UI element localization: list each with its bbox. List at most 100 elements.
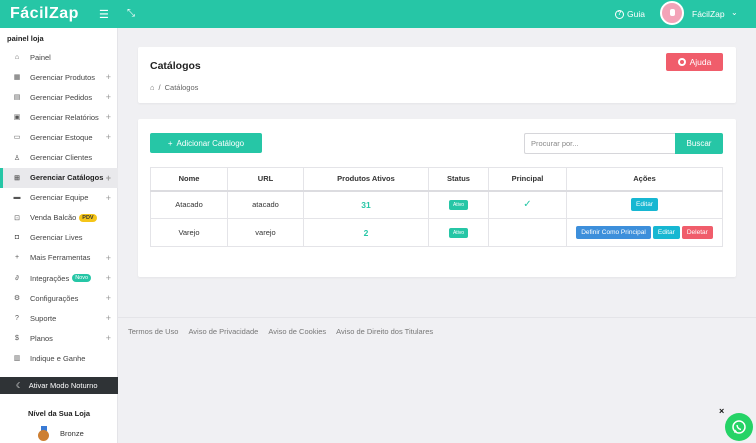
cell-status: Ativo — [428, 218, 489, 247]
column-header-principal: Principal — [488, 167, 567, 192]
guide-link[interactable]: ? Guia — [615, 9, 645, 19]
sidebar-item-planos[interactable]: $ Planos + — [0, 328, 118, 348]
edit-button[interactable]: Editar — [631, 198, 658, 212]
store-level: Bronze — [38, 426, 84, 441]
status-badge: Ativo — [448, 228, 469, 238]
expand-plus-icon[interactable]: + — [106, 273, 111, 283]
delete-button[interactable]: Deletar — [681, 226, 713, 239]
sidebar-item-label: Gerenciar Lives — [30, 233, 83, 243]
column-header-url: URL — [227, 167, 304, 192]
expand-plus-icon[interactable]: + — [106, 293, 111, 303]
sidebar-item-venda-balcao[interactable]: ⊡ Venda Balcão PDV — [0, 208, 118, 228]
add-catalog-button[interactable]: + Adicionar Catálogo — [150, 133, 262, 153]
plus-icon: + — [167, 138, 173, 148]
sidebar-item-relatorios[interactable]: ▣ Gerenciar Relatórios + — [0, 107, 118, 127]
gift-icon: ▥ — [13, 355, 21, 363]
sidebar-item-label: Gerenciar Pedidos — [30, 92, 93, 102]
cell-active-products: 2 — [303, 218, 429, 247]
expand-plus-icon[interactable]: + — [106, 112, 111, 122]
sidebar-item-pedidos[interactable]: ▤ Gerenciar Pedidos + — [0, 87, 118, 107]
search-button[interactable]: Buscar — [675, 133, 723, 154]
page-title: Catálogos — [150, 60, 201, 72]
breadcrumb-separator: / — [158, 83, 161, 92]
active-products-link[interactable]: 31 — [361, 200, 370, 210]
chevron-down-icon[interactable]: ⌄ — [731, 8, 738, 17]
footer-links: Termos de Uso Aviso de Privacidade Aviso… — [128, 327, 433, 336]
sidebar-item-configuracoes[interactable]: ⚙ Configurações + — [0, 288, 118, 308]
footer-link-privacy[interactable]: Aviso de Privacidade — [188, 327, 258, 336]
expand-plus-icon[interactable]: + — [106, 92, 111, 102]
footer-link-cookies[interactable]: Aviso de Cookies — [268, 327, 326, 336]
expand-icon[interactable]: ⤡ — [127, 8, 135, 19]
add-catalog-label: Adicionar Catálogo — [176, 138, 245, 148]
cell-status: Ativo — [428, 190, 489, 219]
sidebar-item-estoque[interactable]: ▭ Gerenciar Estoque + — [0, 127, 118, 147]
status-badge: Ativo — [448, 200, 469, 211]
calendar-icon: ▣ — [13, 114, 21, 122]
archive-icon: ▭ — [13, 134, 21, 142]
close-widget-icon[interactable]: × — [719, 406, 724, 416]
hamburger-icon[interactable]: ☰ — [99, 8, 109, 21]
sidebar-item-label: Suporte — [30, 313, 57, 323]
sidebar-item-label: Gerenciar Estoque — [30, 132, 93, 142]
cell-principal: ✓ — [488, 190, 567, 219]
medal-icon — [38, 426, 50, 441]
sidebar-item-indique[interactable]: ▥ Indique e Ganhe — [0, 348, 118, 368]
app-logo[interactable]: FácilZap — [10, 5, 79, 23]
sidebar-item-integracoes[interactable]: ∂ Integrações Novo + — [0, 268, 118, 288]
pdv-badge: PDV — [79, 213, 97, 222]
user-icon: ♙ — [13, 154, 21, 162]
sidebar-item-equipe[interactable]: ▬ Gerenciar Equipe + — [0, 188, 118, 208]
edit-button[interactable]: Editar — [652, 226, 680, 239]
night-mode-button[interactable]: ☾ Ativar Modo Noturno — [0, 377, 118, 394]
expand-plus-icon[interactable]: + — [106, 333, 111, 343]
home-icon[interactable]: ⌂ — [150, 83, 155, 92]
top-bar: FácilZap ☰ ⤡ ? Guia FácilZap ⌄ — [0, 0, 756, 28]
sidebar-item-clientes[interactable]: ♙ Gerenciar Clientes — [0, 147, 118, 167]
expand-plus-icon[interactable]: + — [106, 253, 111, 263]
sidebar-menu: ⌂ Painel ▦ Gerenciar Produtos + ▤ Gerenc… — [0, 47, 118, 369]
footer-link-rights[interactable]: Aviso de Direito dos Titulares — [336, 327, 433, 336]
sidebar-item-suporte[interactable]: ? Suporte + — [0, 308, 118, 328]
cell-url: varejo — [227, 218, 304, 247]
cell-principal — [488, 218, 567, 247]
plus-icon: + — [14, 254, 20, 262]
sidebar-item-ferramentas[interactable]: + Mais Ferramentas + — [0, 248, 118, 268]
expand-plus-icon[interactable]: + — [106, 193, 111, 203]
active-products-link[interactable]: 2 — [364, 228, 369, 238]
camera-icon: ◘ — [14, 234, 20, 242]
sidebar-item-label: Gerenciar Clientes — [30, 153, 93, 163]
avatar[interactable] — [660, 1, 684, 25]
column-header-acoes: Ações — [566, 167, 723, 192]
sidebar-item-catalogos[interactable]: ⊞ Gerenciar Catálogos + — [0, 167, 118, 188]
column-header-status: Status — [428, 167, 489, 192]
sidebar-item-label: Configurações — [30, 293, 79, 303]
sidebar-item-painel[interactable]: ⌂ Painel — [0, 47, 118, 67]
gear-icon: ⚙ — [13, 295, 21, 303]
sidebar-item-label: Gerenciar Relatórios — [30, 112, 99, 122]
help-button[interactable]: Ajuda — [666, 53, 723, 71]
sidebar-item-label: Gerenciar Equipe — [30, 193, 89, 203]
sidebar-item-label: Indique e Ganhe — [30, 353, 86, 363]
whatsapp-button[interactable] — [725, 413, 753, 441]
expand-plus-icon[interactable]: + — [106, 313, 111, 323]
sidebar-item-produtos[interactable]: ▦ Gerenciar Produtos + — [0, 67, 118, 87]
catalogs-card: + Adicionar Catálogo Buscar Nome URL Pro… — [138, 119, 736, 277]
user-menu-label[interactable]: FácilZap — [692, 9, 725, 19]
sidebar-item-label: Painel — [30, 52, 51, 62]
page-header-card: Catálogos ⌂ / Catálogos Ajuda — [138, 47, 736, 103]
expand-plus-icon[interactable]: + — [106, 132, 111, 142]
check-icon: ✓ — [523, 199, 532, 211]
expand-plus-icon[interactable]: + — [106, 173, 111, 183]
sidebar-item-lives[interactable]: ◘ Gerenciar Lives — [0, 228, 118, 248]
help-icon: ? — [15, 314, 19, 322]
sidebar-item-label: Gerenciar Produtos — [30, 72, 96, 82]
sidebar-item-label: Mais Ferramentas — [30, 253, 91, 263]
expand-plus-icon[interactable]: + — [106, 72, 111, 82]
sidebar-item-label: Integrações — [30, 273, 70, 283]
footer-link-terms[interactable]: Termos de Uso — [128, 327, 178, 336]
search-input[interactable] — [524, 133, 675, 154]
set-default-button[interactable]: Definir Como Principal — [576, 226, 651, 239]
lifebuoy-icon — [677, 58, 686, 66]
breadcrumb-current: Catálogos — [164, 83, 199, 92]
